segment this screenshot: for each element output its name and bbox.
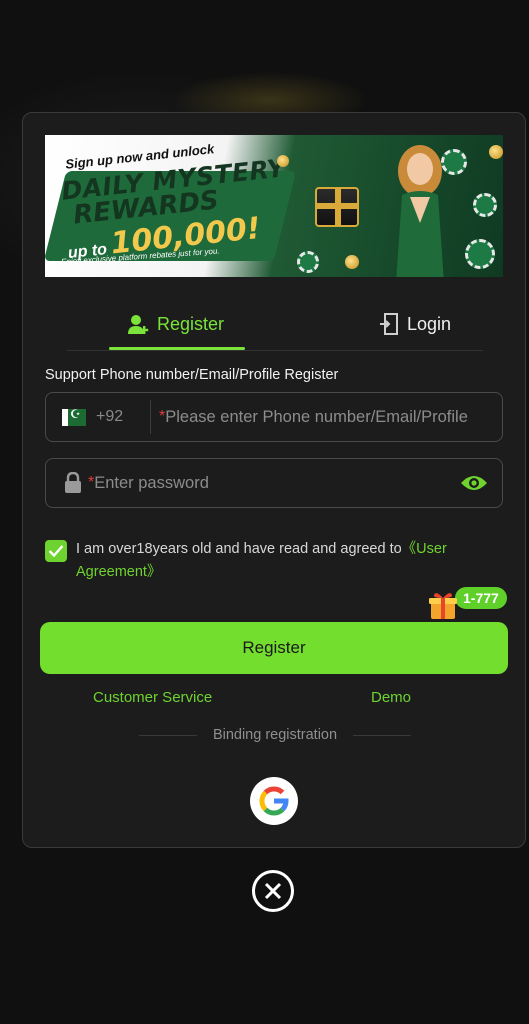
banner-chip-image (465, 239, 495, 269)
close-modal-button[interactable] (252, 870, 294, 912)
phone-email-input[interactable] (165, 393, 502, 441)
binding-divider: Binding registration (139, 725, 412, 745)
tab-login[interactable]: Login (379, 307, 451, 341)
banner-coin-image (277, 155, 289, 167)
google-login-button[interactable] (250, 777, 298, 825)
agreement-row: I am over18years old and have read and a… (45, 538, 485, 584)
binding-registration-label: Binding registration (212, 727, 338, 743)
banner-chip-image (441, 149, 467, 175)
divider-line (139, 734, 197, 736)
login-door-icon (380, 313, 398, 335)
promo-banner[interactable]: Sign up now and unlock DAILY MYSTERY REW… (45, 135, 503, 277)
agreement-checkbox[interactable] (45, 540, 67, 562)
password-input[interactable] (94, 459, 460, 507)
password-field: * (45, 458, 503, 508)
google-icon (259, 786, 289, 816)
bonus-badge: 1-777 (427, 585, 515, 625)
close-icon (264, 882, 282, 900)
auth-tabs: Register Login (67, 299, 483, 351)
phone-field: +92 * (45, 392, 503, 442)
lock-icon (65, 472, 81, 493)
tab-register-label: Register (157, 313, 225, 334)
banner-coin-image (345, 255, 359, 269)
country-code[interactable]: +92 (96, 408, 140, 426)
divider-line (353, 734, 412, 736)
register-modal: Sign up now and unlock DAILY MYSTERY REW… (22, 112, 526, 848)
eye-icon[interactable] (460, 473, 488, 493)
bonus-badge-label: 1-777 (455, 587, 507, 609)
tab-login-label: Login (407, 313, 452, 334)
banner-chip-image (473, 193, 497, 217)
pakistan-flag-icon[interactable] (62, 407, 86, 426)
banner-coin-image (489, 145, 503, 159)
check-icon (48, 545, 64, 558)
register-method-label: Support Phone number/Email/Profile Regis… (45, 367, 339, 383)
agreement-text-block: I am over18years old and have read and a… (45, 538, 485, 584)
banner-chip-image (297, 251, 319, 273)
banner-gift-image (315, 187, 359, 227)
field-divider (150, 400, 151, 434)
customer-service-link[interactable]: Customer Service (93, 689, 212, 706)
register-button[interactable]: Register (40, 622, 508, 674)
active-tab-indicator (109, 347, 245, 350)
agreement-text: I am over18years old and have read and a… (76, 541, 402, 557)
user-add-icon (128, 315, 149, 334)
tab-register[interactable]: Register (127, 307, 224, 341)
gift-icon (429, 593, 457, 619)
demo-link[interactable]: Demo (371, 689, 411, 706)
